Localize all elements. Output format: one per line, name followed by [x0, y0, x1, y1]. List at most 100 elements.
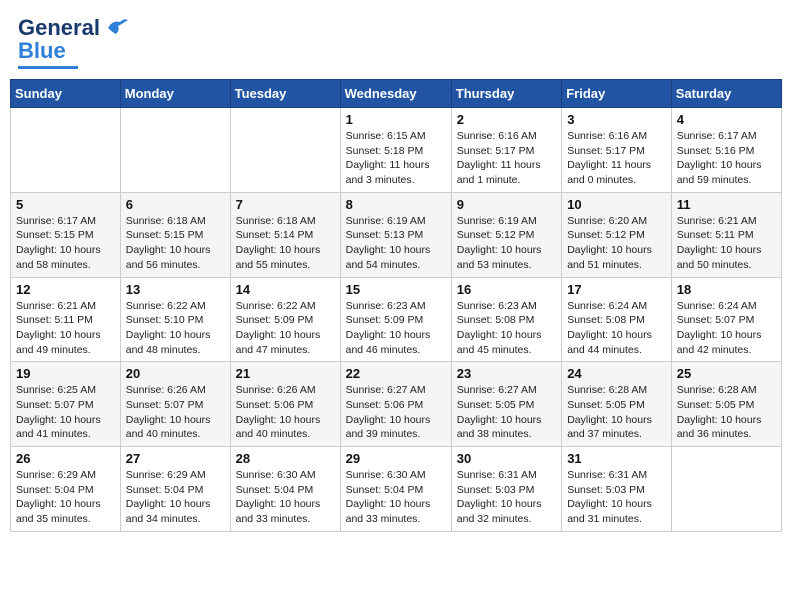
day-header-wednesday: Wednesday [340, 80, 451, 108]
day-info: Sunrise: 6:16 AM Sunset: 5:17 PM Dayligh… [567, 129, 666, 188]
calendar-cell: 25 Sunrise: 6:28 AM Sunset: 5:05 PM Dayli… [671, 362, 781, 447]
calendar-cell: 16 Sunrise: 6:23 AM Sunset: 5:08 PM Dayli… [451, 277, 561, 362]
calendar-header: SundayMondayTuesdayWednesdayThursdayFrid… [11, 80, 782, 108]
calendar-cell: 13 Sunrise: 6:22 AM Sunset: 5:10 PM Dayli… [120, 277, 230, 362]
day-info: Sunrise: 6:18 AM Sunset: 5:15 PM Dayligh… [126, 214, 225, 273]
calendar-cell: 28Sunrise: 6:30 AM Sunset: 5:04 PM Dayli… [230, 447, 340, 532]
day-info: Sunrise: 6:29 AM Sunset: 5:04 PM Dayligh… [126, 468, 225, 527]
day-info: Sunrise: 6:27 AM Sunset: 5:05 PM Dayligh… [457, 383, 556, 442]
calendar-cell: 22Sunrise: 6:27 AM Sunset: 5:06 PM Dayli… [340, 362, 451, 447]
day-number: 18 [677, 282, 776, 297]
calendar-cell: 5Sunrise: 6:17 AM Sunset: 5:15 PM Daylig… [11, 192, 121, 277]
calendar-week-0: 1 Sunrise: 6:15 AM Sunset: 5:18 PM Daylig… [11, 108, 782, 193]
day-info: Sunrise: 6:24 AM Sunset: 5:07 PM Dayligh… [677, 299, 776, 358]
logo-bird-icon [102, 14, 130, 42]
day-number: 4 [677, 112, 776, 127]
day-info: Sunrise: 6:24 AM Sunset: 5:08 PM Dayligh… [567, 299, 666, 358]
calendar-cell: 24 Sunrise: 6:28 AM Sunset: 5:05 PM Dayli… [562, 362, 672, 447]
calendar-cell [671, 447, 781, 532]
day-header-tuesday: Tuesday [230, 80, 340, 108]
calendar-cell: 26Sunrise: 6:29 AM Sunset: 5:04 PM Dayli… [11, 447, 121, 532]
day-number: 20 [126, 366, 225, 381]
day-info: Sunrise: 6:31 AM Sunset: 5:03 PM Dayligh… [457, 468, 556, 527]
day-info: Sunrise: 6:19 AM Sunset: 5:13 PM Dayligh… [346, 214, 446, 273]
day-number: 5 [16, 197, 115, 212]
day-info: Sunrise: 6:15 AM Sunset: 5:18 PM Dayligh… [346, 129, 446, 188]
calendar-table: SundayMondayTuesdayWednesdayThursdayFrid… [10, 79, 782, 532]
day-info: Sunrise: 6:31 AM Sunset: 5:03 PM Dayligh… [567, 468, 666, 527]
day-info: Sunrise: 6:20 AM Sunset: 5:12 PM Dayligh… [567, 214, 666, 273]
day-header-saturday: Saturday [671, 80, 781, 108]
calendar-cell: 12 Sunrise: 6:21 AM Sunset: 5:11 PM Dayli… [11, 277, 121, 362]
day-info: Sunrise: 6:27 AM Sunset: 5:06 PM Dayligh… [346, 383, 446, 442]
day-info: Sunrise: 6:29 AM Sunset: 5:04 PM Dayligh… [16, 468, 115, 527]
day-info: Sunrise: 6:30 AM Sunset: 5:04 PM Dayligh… [346, 468, 446, 527]
day-number: 21 [236, 366, 335, 381]
day-info: Sunrise: 6:28 AM Sunset: 5:05 PM Dayligh… [567, 383, 666, 442]
day-number: 9 [457, 197, 556, 212]
day-info: Sunrise: 6:28 AM Sunset: 5:05 PM Dayligh… [677, 383, 776, 442]
day-number: 27 [126, 451, 225, 466]
day-info: Sunrise: 6:17 AM Sunset: 5:16 PM Dayligh… [677, 129, 776, 188]
day-info: Sunrise: 6:22 AM Sunset: 5:09 PM Dayligh… [236, 299, 335, 358]
day-number: 14 [236, 282, 335, 297]
calendar-cell: 11Sunrise: 6:21 AM Sunset: 5:11 PM Dayli… [671, 192, 781, 277]
logo: General Blue [18, 14, 130, 69]
calendar-cell: 9 Sunrise: 6:19 AM Sunset: 5:12 PM Daylig… [451, 192, 561, 277]
day-number: 13 [126, 282, 225, 297]
calendar-cell: 15Sunrise: 6:23 AM Sunset: 5:09 PM Dayli… [340, 277, 451, 362]
calendar-cell: 3 Sunrise: 6:16 AM Sunset: 5:17 PM Daylig… [562, 108, 672, 193]
day-number: 3 [567, 112, 666, 127]
day-info: Sunrise: 6:16 AM Sunset: 5:17 PM Dayligh… [457, 129, 556, 188]
calendar-body: 1 Sunrise: 6:15 AM Sunset: 5:18 PM Daylig… [11, 108, 782, 532]
calendar-cell: 1 Sunrise: 6:15 AM Sunset: 5:18 PM Daylig… [340, 108, 451, 193]
day-number: 11 [677, 197, 776, 212]
day-info: Sunrise: 6:26 AM Sunset: 5:07 PM Dayligh… [126, 383, 225, 442]
calendar-cell: 8 Sunrise: 6:19 AM Sunset: 5:13 PM Daylig… [340, 192, 451, 277]
day-number: 10 [567, 197, 666, 212]
calendar-cell: 29Sunrise: 6:30 AM Sunset: 5:04 PM Dayli… [340, 447, 451, 532]
logo-blue: Blue [18, 38, 66, 64]
calendar-cell: 18 Sunrise: 6:24 AM Sunset: 5:07 PM Dayli… [671, 277, 781, 362]
calendar-cell: 14 Sunrise: 6:22 AM Sunset: 5:09 PM Dayli… [230, 277, 340, 362]
calendar-cell: 31 Sunrise: 6:31 AM Sunset: 5:03 PM Dayli… [562, 447, 672, 532]
day-number: 12 [16, 282, 115, 297]
day-header-sunday: Sunday [11, 80, 121, 108]
day-number: 16 [457, 282, 556, 297]
day-info: Sunrise: 6:23 AM Sunset: 5:09 PM Dayligh… [346, 299, 446, 358]
day-info: Sunrise: 6:18 AM Sunset: 5:14 PM Dayligh… [236, 214, 335, 273]
day-header-thursday: Thursday [451, 80, 561, 108]
day-info: Sunrise: 6:19 AM Sunset: 5:12 PM Dayligh… [457, 214, 556, 273]
day-number: 30 [457, 451, 556, 466]
day-number: 28 [236, 451, 335, 466]
calendar-week-1: 5Sunrise: 6:17 AM Sunset: 5:15 PM Daylig… [11, 192, 782, 277]
day-number: 25 [677, 366, 776, 381]
calendar-week-4: 26Sunrise: 6:29 AM Sunset: 5:04 PM Dayli… [11, 447, 782, 532]
calendar-cell: 20 Sunrise: 6:26 AM Sunset: 5:07 PM Dayli… [120, 362, 230, 447]
day-number: 6 [126, 197, 225, 212]
day-number: 1 [346, 112, 446, 127]
day-info: Sunrise: 6:21 AM Sunset: 5:11 PM Dayligh… [16, 299, 115, 358]
day-number: 24 [567, 366, 666, 381]
day-number: 2 [457, 112, 556, 127]
calendar-cell: 19Sunrise: 6:25 AM Sunset: 5:07 PM Dayli… [11, 362, 121, 447]
calendar-cell: 2 Sunrise: 6:16 AM Sunset: 5:17 PM Daylig… [451, 108, 561, 193]
calendar-cell: 30 Sunrise: 6:31 AM Sunset: 5:03 PM Dayli… [451, 447, 561, 532]
calendar-cell [120, 108, 230, 193]
day-info: Sunrise: 6:22 AM Sunset: 5:10 PM Dayligh… [126, 299, 225, 358]
day-header-monday: Monday [120, 80, 230, 108]
day-number: 8 [346, 197, 446, 212]
logo-underline [18, 66, 78, 69]
calendar-cell: 27 Sunrise: 6:29 AM Sunset: 5:04 PM Dayli… [120, 447, 230, 532]
calendar-week-2: 12 Sunrise: 6:21 AM Sunset: 5:11 PM Dayli… [11, 277, 782, 362]
day-number: 19 [16, 366, 115, 381]
calendar-cell: 4 Sunrise: 6:17 AM Sunset: 5:16 PM Daylig… [671, 108, 781, 193]
day-number: 23 [457, 366, 556, 381]
day-header-friday: Friday [562, 80, 672, 108]
day-info: Sunrise: 6:23 AM Sunset: 5:08 PM Dayligh… [457, 299, 556, 358]
calendar-cell: 23 Sunrise: 6:27 AM Sunset: 5:05 PM Dayli… [451, 362, 561, 447]
day-headers-row: SundayMondayTuesdayWednesdayThursdayFrid… [11, 80, 782, 108]
calendar-cell [230, 108, 340, 193]
day-number: 31 [567, 451, 666, 466]
day-number: 17 [567, 282, 666, 297]
